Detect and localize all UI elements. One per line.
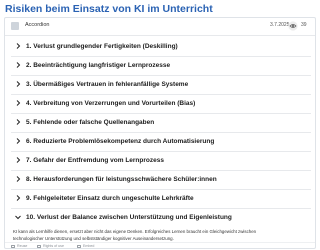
accordion-item-label: 7. Gefahr der Entfremdung vom Lernprozes… [26, 157, 164, 164]
chevron-down-icon [15, 215, 21, 220]
view-count: 39 [301, 22, 307, 28]
panel-text-line: KI kann als Lernhilfe dienen, ersetzt ab… [13, 229, 257, 234]
accordion-item-10[interactable]: 10. Verlust der Balance zwischen Unterst… [11, 209, 311, 227]
card-footer: Reuse Rights of use Embed [5, 242, 315, 250]
rights-icon [37, 244, 41, 248]
chevron-right-icon [16, 176, 21, 182]
rights-label: Rights of use [43, 244, 64, 248]
rights-of-use-button[interactable]: Rights of use [37, 244, 64, 248]
accordion-item-label: 5. Fehlende oder falsche Quellenangaben [26, 119, 155, 126]
accordion-item-9[interactable]: 9. Fehlgeleiteter Einsatz durch ungeschu… [11, 190, 311, 209]
content-type-icon [11, 22, 19, 30]
accordion-item-6[interactable]: 6. Reduzierte Problemlösekompetenz durch… [11, 133, 311, 152]
chevron-right-icon [16, 138, 21, 144]
chevron-right-icon [16, 43, 21, 49]
accordion-item-label: 9. Fehlgeleiteter Einsatz durch ungeschu… [26, 195, 194, 202]
chevron-right-icon [16, 62, 21, 68]
accordion-item-label: 10. Verlust der Balance zwischen Unterst… [26, 214, 232, 221]
accordion-item-label: 1. Verlust grundlegender Fertigkeiten (D… [26, 43, 178, 50]
accordion-item-label: 2. Beeinträchtigung langfristiger Lernpr… [26, 62, 171, 69]
accordion-item-2[interactable]: 2. Beeinträchtigung langfristiger Lernpr… [11, 57, 311, 76]
content-card: Accordion 3.7.2025 39 1. Verlust grundle… [4, 17, 316, 249]
accordion-item-label: 4. Verbreitung von Verzerrungen und Voru… [26, 100, 196, 107]
card-header: Accordion 3.7.2025 39 [5, 18, 315, 36]
reuse-button[interactable]: Reuse [11, 244, 27, 248]
accordion-panel-10: KI kann als Lernhilfe dienen, ersetzt ab… [13, 228, 311, 242]
reuse-label: Reuse [17, 244, 28, 248]
accordion-item-label: 3. Übermäßiges Vertrauen in fehleranfäll… [26, 81, 189, 88]
chevron-right-icon [16, 81, 21, 87]
content-type-label: Accordion [25, 22, 50, 28]
panel-text-line: technologischer Unterstützung und selbst… [13, 236, 174, 241]
chevron-right-icon [16, 157, 21, 163]
accordion-item-5[interactable]: 5. Fehlende oder falsche Quellenangaben [11, 114, 311, 133]
accordion-item-3[interactable]: 3. Übermäßiges Vertrauen in fehleranfäll… [11, 76, 311, 95]
embed-label: Embed [83, 244, 95, 248]
chevron-right-icon [16, 100, 21, 106]
accordion-item-1[interactable]: 1. Verlust grundlegender Fertigkeiten (D… [11, 38, 311, 57]
embed-icon [77, 244, 81, 248]
chevron-right-icon [16, 195, 21, 201]
reuse-icon [11, 244, 15, 248]
page-title: Risiken beim Einsatz von KI im Unterrich… [5, 3, 213, 15]
embed-button[interactable]: Embed [77, 244, 94, 248]
accordion-item-label: 8. Herausforderungen für leistungsschwäc… [26, 176, 217, 183]
accordion-item-4[interactable]: 4. Verbreitung von Verzerrungen und Voru… [11, 95, 311, 114]
eye-icon [288, 21, 298, 31]
accordion-item-8[interactable]: 8. Herausforderungen für leistungsschwäc… [11, 171, 311, 190]
date-label: 3.7.2025 [270, 22, 290, 28]
chevron-right-icon [16, 119, 21, 125]
accordion-item-label: 6. Reduzierte Problemlösekompetenz durch… [26, 138, 215, 145]
accordion-item-7[interactable]: 7. Gefahr der Entfremdung vom Lernprozes… [11, 152, 311, 171]
